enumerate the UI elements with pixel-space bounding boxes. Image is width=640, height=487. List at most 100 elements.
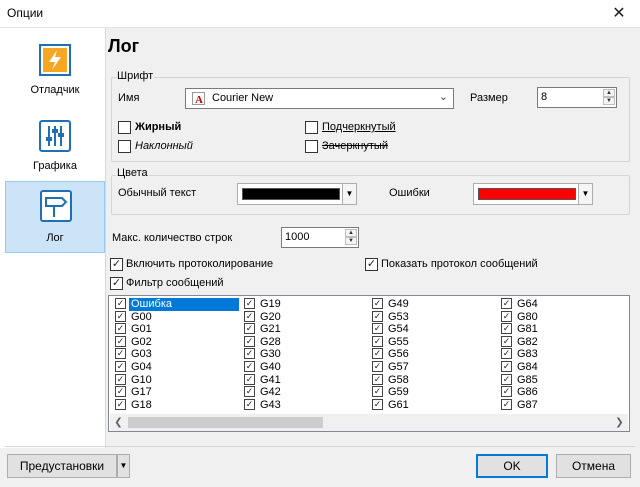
filter-list-item[interactable]: ✓ G10 xyxy=(115,373,235,387)
filter-list-item[interactable]: ✓ G04 xyxy=(115,361,235,374)
message-filter-checkbox[interactable]: ✓ xyxy=(110,277,123,290)
filter-item-checkbox[interactable]: ✓ xyxy=(115,298,126,309)
filter-list-item[interactable]: ✓ G20 xyxy=(244,310,364,324)
scrollbar-thumb[interactable] xyxy=(128,417,323,428)
filter-item-checkbox[interactable]: ✓ xyxy=(501,361,512,372)
filter-list-item[interactable]: ✓ G59 xyxy=(372,386,492,399)
spinner-arrows[interactable]: ▲ ▼ xyxy=(603,89,615,106)
filter-item-checkbox[interactable]: ✓ xyxy=(372,386,383,398)
filter-list-item[interactable]: ✓ G85 xyxy=(501,373,621,387)
filter-list-item[interactable]: ✓ G18 xyxy=(115,398,235,412)
filter-list-item[interactable]: ✓ G00 xyxy=(115,310,235,324)
horizontal-scrollbar[interactable]: ❮ ❯ xyxy=(110,414,628,431)
filter-list-item[interactable]: ✓ G58 xyxy=(372,373,492,387)
filter-item-checkbox[interactable]: ✓ xyxy=(115,335,126,347)
filter-item-checkbox[interactable]: ✓ xyxy=(501,335,512,347)
filter-list-item[interactable]: ✓ G21 xyxy=(244,323,364,336)
filter-item-checkbox[interactable]: ✓ xyxy=(501,386,512,398)
filter-item-checkbox[interactable]: ✓ xyxy=(372,398,383,410)
filter-list-item[interactable]: ✓ G57 xyxy=(372,361,492,374)
strikeout-checkbox[interactable] xyxy=(305,140,318,153)
filter-item-checkbox[interactable]: ✓ xyxy=(115,398,126,410)
ok-button[interactable]: OK xyxy=(476,454,548,478)
filter-item-checkbox[interactable]: ✓ xyxy=(372,323,383,335)
filter-list-item[interactable]: ✓ G30 xyxy=(244,348,364,361)
filter-list-item[interactable]: ✓ G49 xyxy=(372,298,492,311)
scroll-left-icon[interactable]: ❮ xyxy=(110,414,127,431)
filter-item-checkbox[interactable]: ✓ xyxy=(501,373,512,385)
filter-list-item[interactable]: ✓ G84 xyxy=(501,361,621,374)
caret-down-icon[interactable]: ▼ xyxy=(578,184,592,204)
italic-checkbox[interactable] xyxy=(118,140,131,153)
filter-item-checkbox[interactable]: ✓ xyxy=(244,335,255,347)
filter-item-checkbox[interactable]: ✓ xyxy=(115,386,126,398)
filter-list-item[interactable]: ✓ G81 xyxy=(501,323,621,336)
filter-item-checkbox[interactable]: ✓ xyxy=(115,373,126,385)
spin-down-icon[interactable]: ▼ xyxy=(603,97,615,105)
filter-list-item[interactable]: ✓ G02 xyxy=(115,335,235,349)
filter-list-item[interactable]: ✓ G56 xyxy=(372,348,492,361)
filter-item-checkbox[interactable]: ✓ xyxy=(372,348,383,360)
filter-list-item[interactable]: ✓ G86 xyxy=(501,386,621,399)
filter-item-checkbox[interactable]: ✓ xyxy=(244,386,255,398)
underline-checkbox[interactable] xyxy=(305,121,318,134)
filter-item-checkbox[interactable]: ✓ xyxy=(501,398,512,410)
filter-list-item[interactable]: ✓ G42 xyxy=(244,386,364,399)
spin-up-icon[interactable]: ▲ xyxy=(345,229,357,237)
filter-item-checkbox[interactable]: ✓ xyxy=(244,310,255,322)
filter-item-checkbox[interactable]: ✓ xyxy=(501,310,512,322)
filter-item-checkbox[interactable]: ✓ xyxy=(244,373,255,385)
enable-logging-checkbox[interactable]: ✓ xyxy=(110,258,123,271)
filter-item-checkbox[interactable]: ✓ xyxy=(372,335,383,347)
filter-list-item[interactable]: ✓ G55 xyxy=(372,335,492,349)
message-filter-list[interactable]: ✓ Ошибка ✓ G00 ✓ G01 ✓ G02 ✓ G03 ✓ G04 ✓ G10 ✓ G17 ✓ G18 ✓… xyxy=(108,295,630,432)
sidebar-item-debugger[interactable]: Отладчик xyxy=(5,36,105,108)
bold-checkbox[interactable] xyxy=(118,121,131,134)
filter-list-item[interactable]: ✓ G17 xyxy=(115,386,235,399)
spin-down-icon[interactable]: ▼ xyxy=(345,237,357,245)
filter-item-checkbox[interactable]: ✓ xyxy=(244,398,255,410)
filter-list-item[interactable]: ✓ G43 xyxy=(244,398,364,412)
filter-item-checkbox[interactable]: ✓ xyxy=(501,348,512,360)
show-message-log-checkbox[interactable]: ✓ xyxy=(365,258,378,271)
filter-item-checkbox[interactable]: ✓ xyxy=(501,298,512,309)
cancel-button[interactable]: Отмена xyxy=(556,454,631,478)
filter-item-checkbox[interactable]: ✓ xyxy=(115,323,126,335)
errors-color-picker[interactable]: ▼ xyxy=(473,183,593,205)
filter-list-item[interactable]: ✓ G41 xyxy=(244,373,364,387)
filter-list-item[interactable]: ✓ G28 xyxy=(244,335,364,349)
font-size-stepper[interactable]: 8 ▲ ▼ xyxy=(537,87,617,108)
filter-list-item[interactable]: ✓ G64 xyxy=(501,298,621,311)
filter-item-checkbox[interactable]: ✓ xyxy=(244,348,255,360)
font-name-combo[interactable]: A Courier New ⌄ xyxy=(185,88,454,109)
caret-down-icon[interactable]: ▼ xyxy=(342,184,356,204)
filter-list-item[interactable]: ✓ G80 xyxy=(501,310,621,324)
filter-item-checkbox[interactable]: ✓ xyxy=(244,298,255,309)
filter-list-item[interactable]: ✓ G54 xyxy=(372,323,492,336)
filter-item-checkbox[interactable]: ✓ xyxy=(115,348,126,360)
filter-list-item[interactable]: ✓ G03 xyxy=(115,348,235,361)
spinner-arrows[interactable]: ▲ ▼ xyxy=(345,229,357,246)
presets-dropdown-icon[interactable]: ▼ xyxy=(117,454,130,478)
filter-list-item[interactable]: ✓ G19 xyxy=(244,298,364,311)
filter-list-item[interactable]: ✓ G83 xyxy=(501,348,621,361)
scroll-right-icon[interactable]: ❯ xyxy=(611,414,628,431)
normal-color-picker[interactable]: ▼ xyxy=(237,183,357,205)
presets-button[interactable]: Предустановки xyxy=(7,454,117,478)
filter-item-checkbox[interactable]: ✓ xyxy=(372,298,383,309)
spin-up-icon[interactable]: ▲ xyxy=(603,89,615,97)
filter-item-checkbox[interactable]: ✓ xyxy=(244,361,255,372)
filter-item-checkbox[interactable]: ✓ xyxy=(501,323,512,335)
filter-list-item[interactable]: ✓ G87 xyxy=(501,398,621,412)
filter-item-checkbox[interactable]: ✓ xyxy=(372,310,383,322)
filter-item-checkbox[interactable]: ✓ xyxy=(372,361,383,372)
filter-list-item[interactable]: ✓ G01 xyxy=(115,323,235,336)
sidebar-item-log[interactable]: Лог xyxy=(5,181,105,253)
max-lines-stepper[interactable]: 1000 ▲ ▼ xyxy=(281,227,359,248)
filter-list-item[interactable]: ✓ Ошибка xyxy=(115,297,240,312)
filter-list-item[interactable]: ✓ G82 xyxy=(501,335,621,349)
filter-item-checkbox[interactable]: ✓ xyxy=(115,310,126,322)
filter-list-item[interactable]: ✓ G53 xyxy=(372,310,492,324)
filter-item-checkbox[interactable]: ✓ xyxy=(372,373,383,385)
filter-item-checkbox[interactable]: ✓ xyxy=(244,323,255,335)
